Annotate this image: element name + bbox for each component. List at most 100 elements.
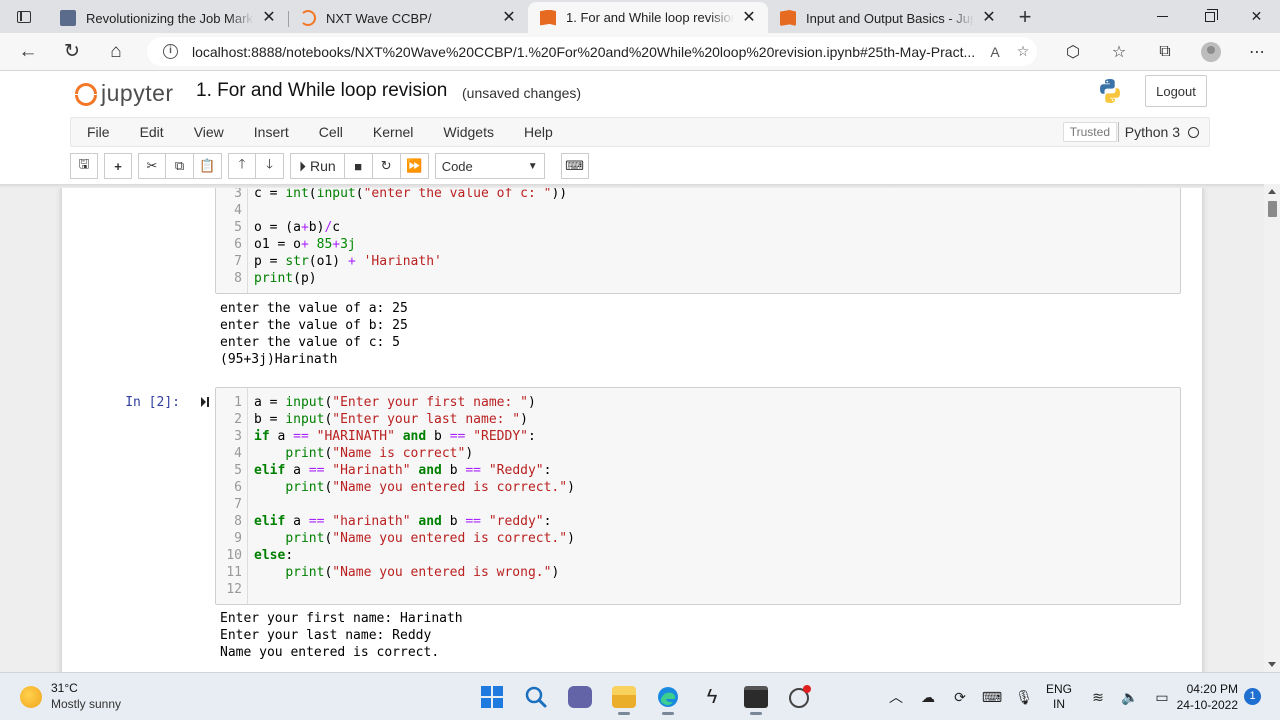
code-line[interactable]: 2 b = input("Enter your last name: ") [216, 411, 1180, 428]
code-line[interactable]: 10 else: [216, 547, 1180, 564]
code-line[interactable]: 12 [216, 581, 1180, 598]
profile-avatar[interactable] [1201, 42, 1221, 62]
save-button[interactable]: 🖫 [70, 153, 98, 179]
code-line[interactable]: 8 print(p) [216, 270, 1180, 287]
minimize-button[interactable] [1139, 0, 1186, 33]
run-button[interactable]: ⏵ Run [290, 153, 345, 179]
menu-help[interactable]: Help [508, 118, 567, 146]
extensions-icon[interactable]: ⬡ [1050, 42, 1096, 62]
notification-badge[interactable]: 1 [1244, 688, 1261, 705]
trusted-indicator[interactable]: Trusted [1062, 122, 1117, 142]
cut-cells-button[interactable]: ✂ [138, 153, 166, 179]
microphone-icon[interactable]: 🎙 [1008, 689, 1040, 706]
restart-run-all-button[interactable]: ⏩ [400, 153, 429, 179]
code-line[interactable]: 4 [216, 202, 1180, 219]
browser-tab-3-active[interactable]: 1. For and While loop revision - J ✕ [528, 2, 768, 33]
tab-close-icon[interactable]: ✕ [500, 9, 518, 27]
code-line[interactable]: 9 print("Name you entered is correct.") [216, 530, 1180, 547]
scroll-down-icon[interactable] [1268, 662, 1276, 667]
code-line[interactable]: 3 if a == "HARINATH" and b == "REDDY": [216, 428, 1180, 445]
menu-cell[interactable]: Cell [303, 118, 357, 146]
wifi-icon[interactable]: ≋ [1082, 689, 1114, 706]
home-button[interactable]: ⌂ [94, 35, 138, 69]
copy-cells-button[interactable]: ⧉ [166, 153, 194, 179]
page-scrollbar[interactable] [1264, 184, 1280, 672]
read-aloud-icon[interactable]: A [981, 44, 1009, 60]
run-cell-icon[interactable] [200, 396, 210, 408]
browser-tab-4[interactable]: Input and Output Basics - Jupyte ✕ [768, 3, 1008, 33]
folder-icon [612, 686, 636, 708]
more-options-icon[interactable]: ⋯ [1234, 42, 1280, 62]
keyboard-icon[interactable]: ⌨ [976, 689, 1008, 706]
logout-button[interactable]: Logout [1145, 75, 1207, 107]
language-indicator[interactable]: ENG IN [1046, 682, 1072, 712]
tab-close-icon[interactable]: ✕ [740, 9, 758, 27]
tab-close-icon[interactable]: ✕ [980, 9, 998, 27]
collections-icon[interactable]: ⧉ [1142, 43, 1188, 61]
close-window-button[interactable]: ✕ [1233, 0, 1280, 33]
taskbar-clock[interactable]: 04:20 PM 24-10-2022 [1168, 681, 1238, 713]
paste-cells-button[interactable]: 📋 [194, 153, 222, 179]
code-line[interactable]: 6 print("Name you entered is correct.") [216, 479, 1180, 496]
start-button[interactable] [470, 679, 514, 715]
site-info-icon[interactable]: i [163, 44, 178, 59]
notebook-area[interactable]: 3 c = int(input("enter the value of c: ")… [0, 184, 1264, 672]
interrupt-kernel-button[interactable]: ■ [344, 153, 373, 179]
insert-cell-button[interactable]: + [104, 153, 132, 179]
search-button[interactable] [514, 679, 558, 715]
menu-insert[interactable]: Insert [238, 118, 303, 146]
code-line[interactable]: 4 print("Name is correct") [216, 445, 1180, 462]
notebook-title[interactable]: 1. For and While loop revision [196, 80, 447, 102]
scroll-up-icon[interactable] [1268, 189, 1276, 194]
app-button-extra[interactable] [778, 679, 822, 715]
weather-widget[interactable]: 31°C Mostly sunny [20, 681, 121, 712]
new-tab-button[interactable]: + [1008, 3, 1042, 33]
browser-tab-2[interactable]: NXT Wave CCBP/ ✕ [288, 3, 528, 33]
code-cell-1-input[interactable]: 3c = int(input("enter the value of c: ")… [215, 184, 1181, 294]
tab-actions-button[interactable] [0, 0, 48, 33]
jupyter-logo[interactable]: jupyter [75, 80, 174, 107]
address-bar[interactable]: i localhost:8888/notebooks/NXT%20Wave%20… [147, 37, 1037, 66]
browser-tab-1[interactable]: Revolutionizing the Job Market | ✕ [48, 3, 288, 33]
code-text: print("Name you entered is correct.") [285, 531, 575, 546]
refresh-button[interactable]: ↻ [50, 35, 94, 69]
code-line[interactable]: 7 p = str(o1) + 'Harinath' [216, 253, 1180, 270]
code-line[interactable]: 6 o1 = o+ 85+3j [216, 236, 1180, 253]
code-line[interactable]: 5 o = (a+b)/c [216, 219, 1180, 236]
menu-view[interactable]: View [178, 118, 238, 146]
code-line[interactable]: 5 elif a == "Harinath" and b == "Reddy": [216, 462, 1180, 479]
code-text: print("Name is correct") [285, 446, 474, 461]
file-explorer-button[interactable] [602, 679, 646, 715]
command-palette-button[interactable]: ⌨ [560, 153, 589, 179]
scroll-thumb[interactable] [1268, 201, 1277, 217]
cell-type-select[interactable]: Code ▼ [434, 153, 545, 179]
favorites-icon[interactable]: ☆ [1096, 42, 1142, 62]
move-up-button[interactable]: 🡑 [228, 153, 256, 179]
show-hidden-icons-chevron-up-icon[interactable]: ︿ [880, 687, 912, 707]
restart-kernel-button[interactable]: ↻ [372, 153, 401, 179]
restore-button[interactable] [1186, 0, 1233, 33]
sync-icon[interactable]: ⟳ [944, 689, 976, 706]
menu-widgets[interactable]: Widgets [427, 118, 508, 146]
code-line[interactable]: 1 a = input("Enter your first name: ") [216, 394, 1180, 411]
code-text: o1 = o+ 85+3j [254, 237, 356, 252]
move-down-button[interactable]: 🡓 [256, 153, 284, 179]
code-line[interactable]: 11 print("Name you entered is wrong.") [216, 564, 1180, 581]
app-button-bolt[interactable]: ϟ [690, 679, 734, 715]
back-button[interactable]: ← [6, 35, 50, 69]
teams-chat-button[interactable] [558, 679, 602, 715]
terminal-button[interactable] [734, 679, 778, 715]
code-text: print(p) [254, 271, 317, 286]
add-favorite-icon[interactable]: ☆ [1009, 43, 1037, 60]
line-number: 6 [234, 237, 242, 252]
menu-file[interactable]: File [71, 118, 124, 146]
onedrive-cloud-icon[interactable]: ☁ [912, 689, 944, 706]
code-line[interactable]: 7 [216, 496, 1180, 513]
menu-kernel[interactable]: Kernel [357, 118, 427, 146]
volume-icon[interactable]: 🔈 [1114, 689, 1146, 706]
tab-close-icon[interactable]: ✕ [260, 9, 278, 27]
edge-browser-button[interactable] [646, 679, 690, 715]
menu-edit[interactable]: Edit [124, 118, 178, 146]
code-cell-2-input[interactable]: 1 a = input("Enter your first name: ") 2 b … [215, 387, 1181, 605]
code-line[interactable]: 8 elif a == "harinath" and b == "reddy": [216, 513, 1180, 530]
